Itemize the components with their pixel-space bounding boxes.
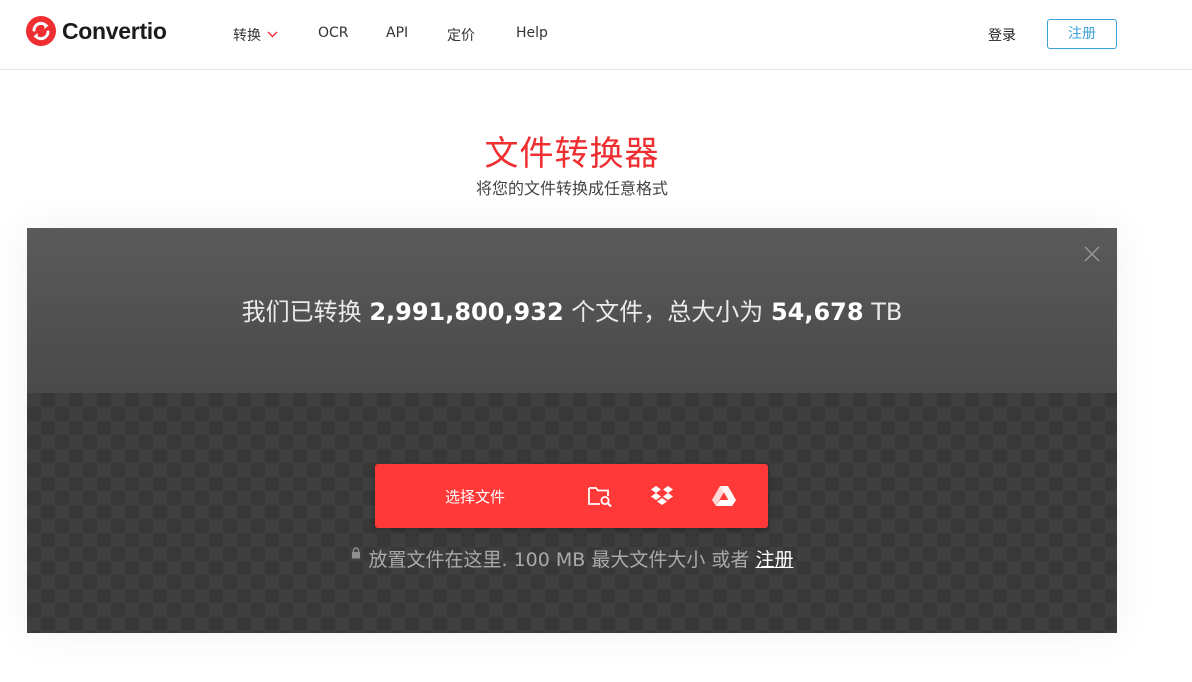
nav-api[interactable]: API bbox=[386, 25, 408, 41]
conversion-stats: 我们已转换 2,991,800,932 个文件，总大小为 54,678 TB bbox=[27, 292, 1117, 327]
page-subtitle: 将您的文件转换成任意格式 bbox=[475, 179, 668, 198]
stats-banner: 我们已转换 2,991,800,932 个文件，总大小为 54,678 TB bbox=[27, 228, 1117, 393]
nav-convert-label: 转换 bbox=[233, 28, 261, 44]
register-link[interactable]: 注册 bbox=[755, 549, 793, 571]
stats-middle: 个文件，总大小为 bbox=[571, 298, 764, 326]
dropbox-icon[interactable] bbox=[649, 484, 675, 508]
nav-convert[interactable]: 转换 bbox=[233, 25, 278, 45]
chevron-down-icon bbox=[267, 31, 278, 38]
lock-icon bbox=[351, 547, 360, 559]
nav-ocr[interactable]: OCR bbox=[318, 25, 349, 41]
close-icon[interactable] bbox=[1084, 246, 1100, 262]
convertio-logo[interactable]: Convertio bbox=[26, 16, 167, 46]
nav-pricing[interactable]: 定价 bbox=[447, 25, 475, 45]
google-drive-icon[interactable] bbox=[711, 484, 737, 508]
total-size: 54,678 bbox=[770, 298, 864, 326]
top-header: Convertio 转换 OCR API 定价 Help 登录 注册 bbox=[0, 0, 1192, 70]
upload-panel: 我们已转换 2,991,800,932 个文件，总大小为 54,678 TB 选… bbox=[27, 228, 1117, 633]
choose-files-label[interactable]: 选择文件 bbox=[445, 486, 505, 507]
login-link[interactable]: 登录 bbox=[988, 25, 1016, 45]
size-unit: TB bbox=[871, 298, 903, 326]
files-count: 2,991,800,932 bbox=[369, 298, 564, 326]
convertio-logo-icon bbox=[26, 16, 56, 46]
page-title: 文件转换器 bbox=[484, 134, 660, 174]
signup-button[interactable]: 注册 bbox=[1047, 19, 1117, 49]
drop-instructions: 放置文件在这里. 100 MB 最大文件大小 或者 注册 bbox=[27, 545, 1117, 572]
stats-prefix: 我们已转换 bbox=[241, 298, 362, 326]
brand-name: Convertio bbox=[62, 17, 167, 44]
nav-help[interactable]: Help bbox=[516, 25, 548, 41]
folder-search-icon[interactable] bbox=[587, 484, 613, 508]
choose-files-button[interactable]: 选择文件 bbox=[375, 464, 768, 528]
drop-text: 放置文件在这里. 100 MB 最大文件大小 或者 bbox=[368, 549, 750, 571]
